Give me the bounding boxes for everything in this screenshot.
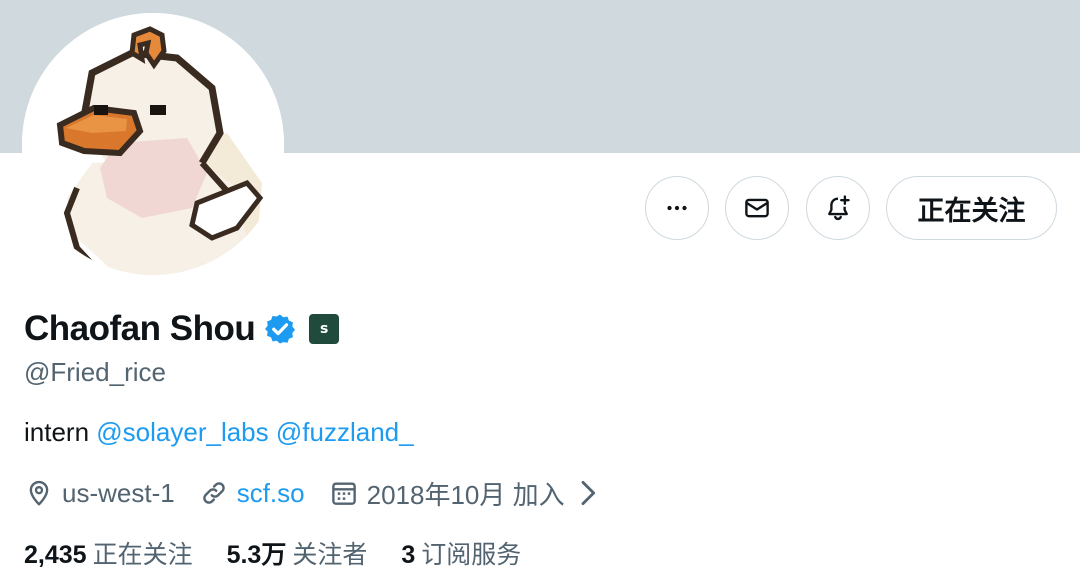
followers-label: 关注者 [292,541,368,569]
message-button[interactable] [725,176,789,240]
bio-text: intern [24,417,90,447]
location-pin-icon [29,480,49,506]
following-button[interactable]: 正在关注 [886,176,1057,240]
following-count: 2,435 [24,541,87,569]
avatar[interactable] [22,13,284,275]
more-button[interactable] [645,176,709,240]
bio: intern @solayer_labs @fuzzland_ [24,417,414,448]
profile-meta-row: us-west-1 scf.so 2018年10月 加入 [24,473,635,513]
location-item: us-west-1 [24,478,175,509]
website-item[interactable]: scf.so [199,478,305,509]
website-link[interactable]: scf.so [237,478,305,509]
subscriptions-count: 3 [401,541,416,569]
following-label: 正在关注 [92,541,193,569]
affiliate-badge-icon[interactable]: s [309,314,340,344]
profile-stats-row: 2,435 正在关注 5.3万 关注者 3 订阅服务 [24,535,555,571]
bio-mention-solayer[interactable]: @solayer_labs [96,417,268,447]
calendar-icon [331,482,356,505]
joined-text: 2018年10月 加入 [366,479,565,510]
subscriptions-count-link[interactable]: 3 订阅服务 [401,535,521,571]
display-name: Chaofan Shou [24,309,256,348]
duck-avatar-image [22,13,284,275]
followers-count: 5.3万 [226,541,287,569]
profile-name-row: Chaofan Shou s [24,306,340,352]
following-count-link[interactable]: 2,435 正在关注 [24,535,193,571]
link-icon [202,482,225,504]
notify-button[interactable] [806,176,870,240]
bell-plus-icon [828,195,850,221]
location-text: us-west-1 [62,477,175,508]
followers-count-link[interactable]: 5.3万 关注者 [227,535,368,571]
subscriptions-label: 订阅服务 [421,541,522,569]
handle: @Fried_rice [24,357,166,387]
bio-mention-fuzzland[interactable]: @fuzzland_ [276,417,414,447]
joined-item[interactable]: 2018年10月 加入 [329,475,611,512]
mail-icon [745,198,769,218]
verified-badge-icon[interactable] [263,312,297,346]
chevron-right-icon[interactable] [573,478,603,508]
more-horizontal-icon [667,205,687,211]
